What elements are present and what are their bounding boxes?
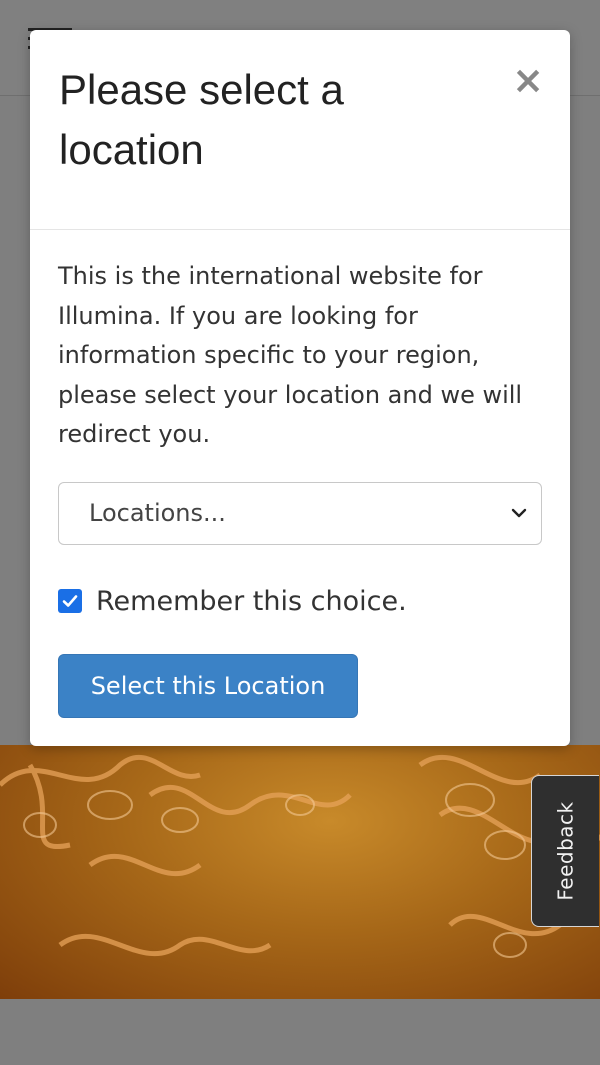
ribbon-decoration (0, 755, 600, 958)
feedback-label: Feedback (553, 801, 578, 901)
feedback-tab[interactable]: Feedback (531, 775, 599, 927)
location-select-value: Locations... (89, 499, 226, 527)
remember-label: Remember this choice. (96, 585, 407, 617)
select-location-button[interactable]: Select this Location (58, 654, 358, 718)
close-icon[interactable]: × (508, 60, 548, 100)
page-footer-area (0, 999, 600, 1065)
remember-choice-row: Remember this choice. (58, 583, 458, 619)
modal-description: This is the international website for Il… (58, 262, 523, 448)
location-modal: Please select a location × This is the i… (30, 30, 570, 746)
checkmark-icon (62, 595, 78, 607)
remember-checkbox[interactable] (58, 589, 82, 613)
location-select[interactable]: Locations... (58, 482, 542, 545)
chevron-down-icon (511, 508, 527, 518)
modal-header: Please select a location × (30, 30, 570, 230)
hero-banner (0, 745, 600, 999)
modal-title: Please select a location (59, 66, 344, 173)
